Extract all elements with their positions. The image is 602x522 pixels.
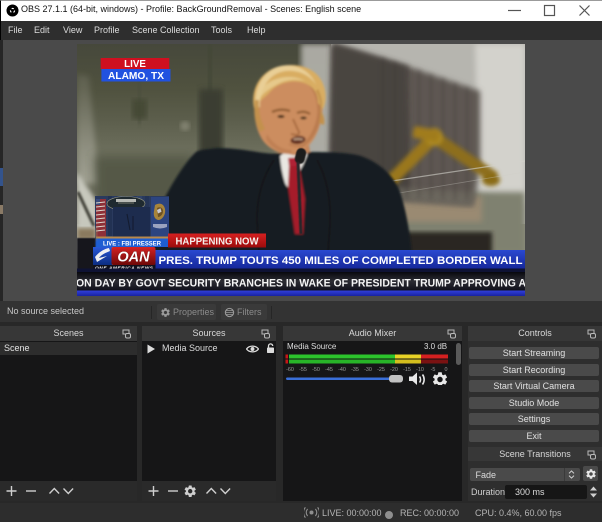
svg-text:0: 0	[445, 367, 448, 373]
svg-text:-45: -45	[325, 367, 333, 373]
svg-text:-20: -20	[390, 367, 398, 373]
svg-text:-30: -30	[364, 367, 372, 373]
svg-text:-15: -15	[403, 367, 411, 373]
svg-text:-50: -50	[312, 367, 320, 373]
svg-text:HAPPENING NOW: HAPPENING NOW	[176, 236, 259, 248]
svg-text:-25: -25	[377, 367, 385, 373]
svg-text:ON DAY BY GOVT SECURITY BRANCH: ON DAY BY GOVT SECURITY BRANCHES IN WAKE…	[77, 278, 525, 290]
svg-text:LIVE : FBI PRESSER: LIVE : FBI PRESSER	[103, 240, 161, 247]
svg-text:-55: -55	[299, 367, 307, 373]
svg-text:-40: -40	[338, 367, 346, 373]
svg-text:-10: -10	[416, 367, 424, 373]
svg-text:-60: -60	[286, 367, 294, 373]
svg-text:-35: -35	[351, 367, 359, 373]
svg-text:ALAMO, TX: ALAMO, TX	[108, 71, 164, 82]
svg-text:-5: -5	[431, 367, 436, 373]
svg-text:LIVE: LIVE	[124, 59, 146, 70]
svg-text:OAN: OAN	[117, 250, 150, 266]
svg-text:PRES. TRUMP TOUTS 450 MILES OF: PRES. TRUMP TOUTS 450 MILES OF COMPLETED…	[159, 255, 523, 267]
